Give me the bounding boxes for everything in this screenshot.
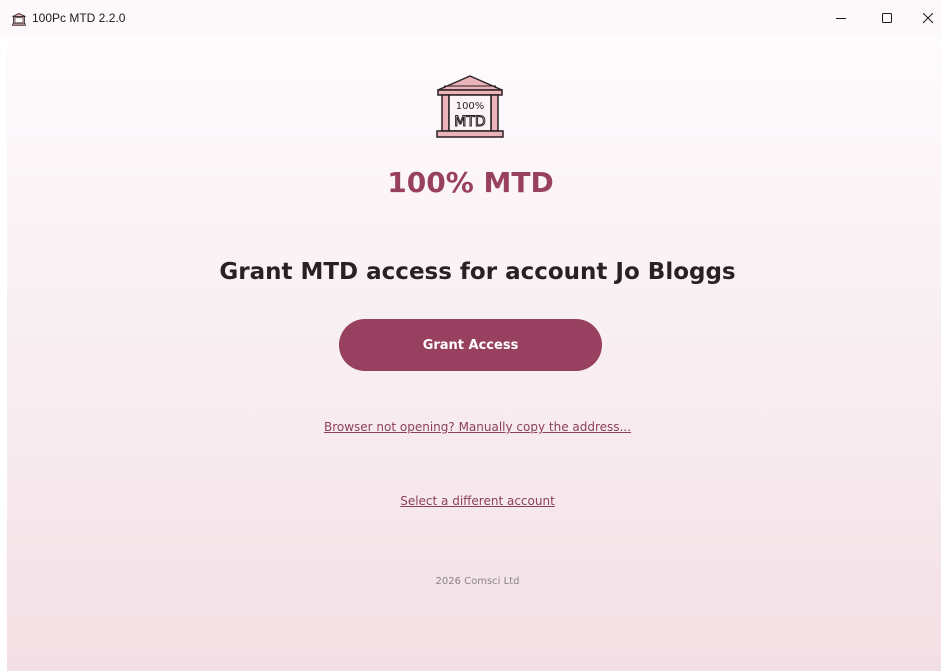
close-button[interactable] [905,0,941,36]
bank-building-icon: 100% MTD [436,75,504,138]
select-account-link-row: Select a different account [0,494,941,508]
title-bar[interactable]: 100Pc MTD 2.2.0 [0,0,941,36]
grant-access-heading: Grant MTD access for account Jo Bloggs [219,259,736,285]
footer-copyright: 2026 Comsci Ltd [435,576,520,587]
logo-text-line1: 100% [456,101,485,112]
maximize-icon [882,13,892,23]
app-window: 100Pc MTD 2.2.0 100% MTD 100% MTD Grant … [0,0,941,671]
grant-access-button[interactable]: Grant Access [339,319,602,371]
copy-address-link[interactable]: Browser not opening? Manually copy the a… [324,420,631,434]
minimize-icon [836,18,846,19]
select-different-account-link[interactable]: Select a different account [400,494,555,508]
close-icon [923,13,933,23]
copy-address-link-row: Browser not opening? Manually copy the a… [0,420,941,434]
maximize-button[interactable] [864,0,910,36]
minimize-button[interactable] [818,0,864,36]
app-icon [12,13,26,26]
logo-text-line2: MTD [454,114,485,130]
brand-title: 100% MTD [387,166,554,199]
window-title: 100Pc MTD 2.2.0 [32,11,126,25]
